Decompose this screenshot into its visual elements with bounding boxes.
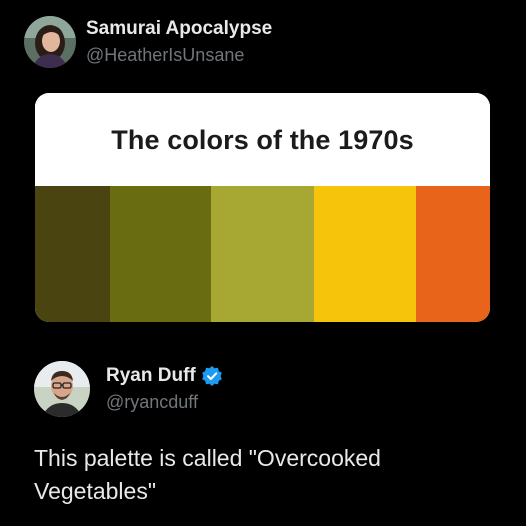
palette-title: The colors of the 1970s — [111, 125, 414, 155]
palette-swatch-1 — [35, 186, 110, 322]
post-1-header: Samurai Apocalypse @HeatherIsUnsane — [24, 16, 272, 68]
palette-title-area: The colors of the 1970s — [35, 93, 490, 186]
user-avatar-man-icon[interactable] — [34, 361, 90, 417]
palette-swatch-4 — [314, 186, 416, 322]
post-2-handle[interactable]: @ryancduff — [106, 392, 223, 414]
palette-image-card[interactable]: The colors of the 1970s — [35, 93, 490, 322]
user-avatar-woman-icon[interactable] — [24, 16, 76, 68]
post-1-handle[interactable]: @HeatherIsUnsane — [86, 45, 272, 67]
post-2-text: This palette is called "Overcooked Veget… — [34, 445, 381, 504]
palette-swatch-2 — [110, 186, 211, 322]
verified-badge-icon — [201, 365, 223, 387]
palette-swatch-5 — [416, 186, 490, 322]
palette-swatch-3 — [211, 186, 314, 322]
post-2-display-name[interactable]: Ryan Duff — [106, 365, 196, 388]
post-2-name-row: Ryan Duff — [106, 365, 223, 388]
post-2-header: Ryan Duff @ryancduff — [34, 361, 223, 417]
palette-swatch-row — [35, 186, 490, 322]
post-1-display-name[interactable]: Samurai Apocalypse — [86, 18, 272, 41]
